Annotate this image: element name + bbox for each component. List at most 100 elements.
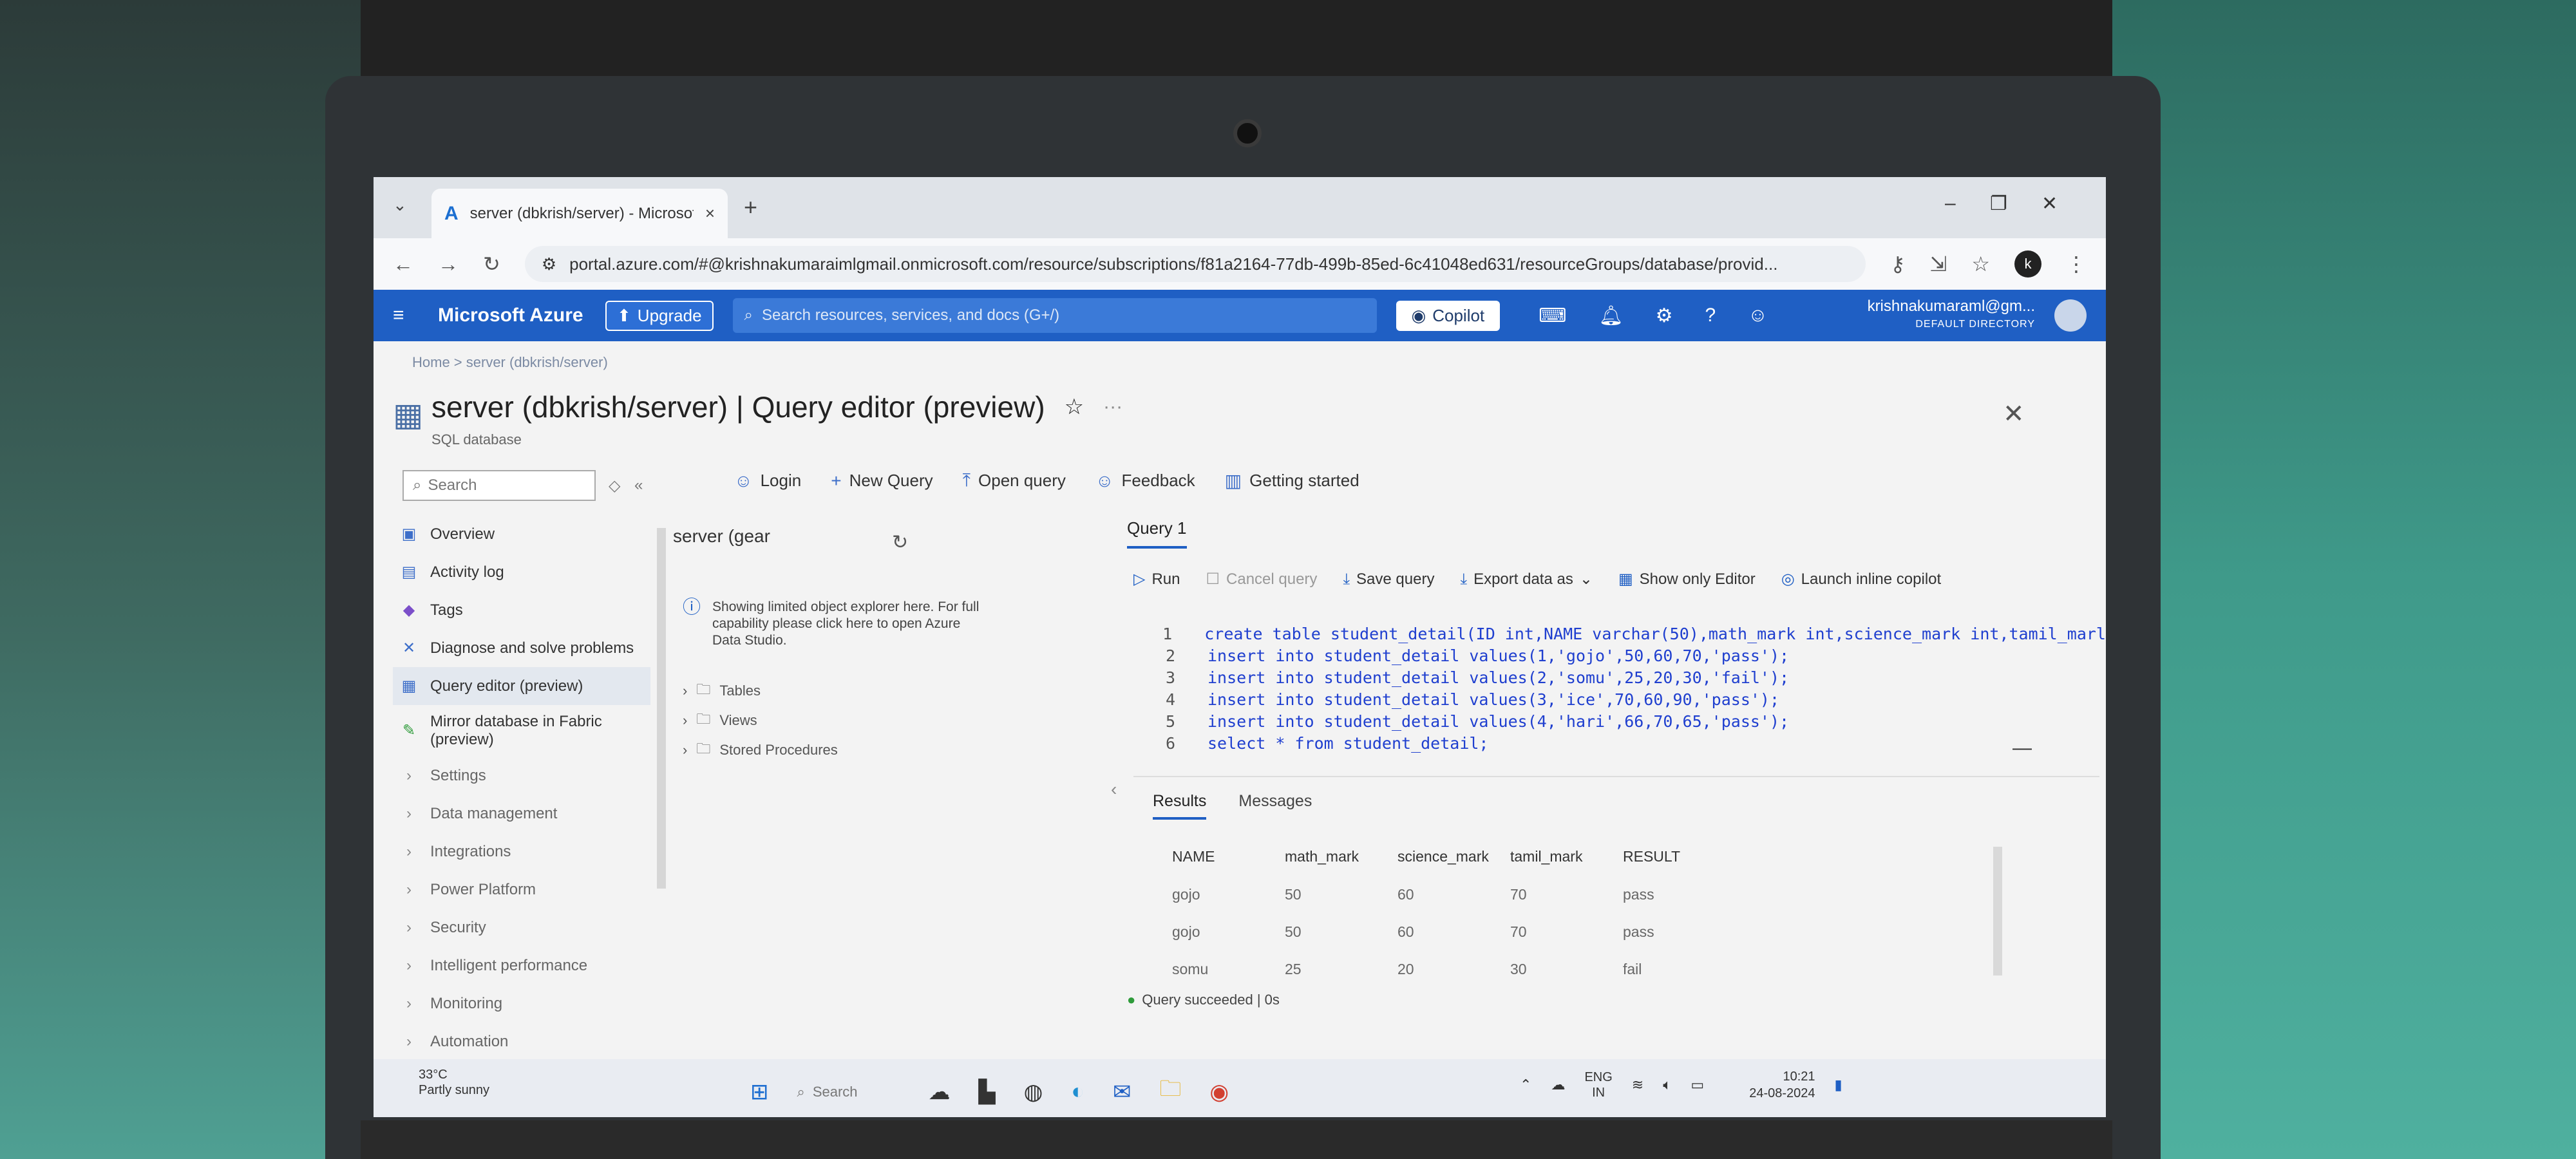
- new-tab-button[interactable]: +: [744, 194, 757, 221]
- site-info-icon[interactable]: ⚙: [542, 254, 556, 274]
- table-cell[interactable]: 20: [1397, 950, 1510, 988]
- windows-start-icon[interactable]: ⊞: [750, 1079, 769, 1105]
- column-header[interactable]: math_mark: [1285, 837, 1397, 876]
- favorite-star-icon[interactable]: ☆: [1065, 394, 1084, 420]
- sidebar-item-query-editor[interactable]: ▦ Query editor (preview): [393, 667, 650, 705]
- notification-icon[interactable]: ▮: [1835, 1077, 1842, 1093]
- profile-avatar[interactable]: k: [2014, 250, 2041, 278]
- close-blade-icon[interactable]: ✕: [2003, 399, 2025, 429]
- table-cell[interactable]: 70: [1510, 913, 1623, 950]
- restore-icon[interactable]: ❐: [1990, 193, 2007, 215]
- sidebar-group-integrations[interactable]: › Integrations: [393, 833, 650, 871]
- save-query-button[interactable]: ⤓ Save query: [1343, 570, 1434, 589]
- column-header[interactable]: RESULT: [1623, 837, 1736, 876]
- sidebar-group-settings[interactable]: › Settings: [393, 757, 650, 795]
- collapse-explorer-icon[interactable]: ‹: [1111, 779, 1117, 800]
- sidebar-group-automation[interactable]: › Automation: [393, 1022, 650, 1060]
- portal-menu-icon[interactable]: ≡: [393, 305, 419, 326]
- weather-widget[interactable]: 33°C Partly sunny: [419, 1067, 489, 1098]
- sidebar-item-mirror-fabric[interactable]: ✎ Mirror database in Fabric (preview): [393, 705, 650, 757]
- new-query-button[interactable]: + New Query: [831, 470, 933, 491]
- sidebar-collapse-icon[interactable]: «: [634, 476, 643, 495]
- settings-gear-icon[interactable]: ⚙: [1656, 305, 1673, 327]
- table-cell[interactable]: pass: [1623, 876, 1736, 913]
- minimize-pane-icon[interactable]: —: [2012, 737, 2032, 759]
- file-explorer-icon[interactable]: 🗀: [1159, 1073, 1181, 1110]
- sidebar-scrollbar[interactable]: [657, 528, 666, 889]
- azure-brand[interactable]: Microsoft Azure: [438, 305, 586, 326]
- password-key-icon[interactable]: ⚷: [1890, 252, 1905, 276]
- tab-messages[interactable]: Messages: [1238, 792, 1312, 820]
- table-cell[interactable]: 60: [1397, 876, 1510, 913]
- notifications-icon[interactable]: 🔔︎: [1598, 305, 1623, 327]
- show-hidden-icons-icon[interactable]: ⌃: [1520, 1077, 1531, 1093]
- refresh-icon[interactable]: ↻: [892, 531, 908, 554]
- cloud-shell-icon[interactable]: ⌨: [1539, 305, 1566, 327]
- tree-item-tables[interactable]: › 🗀 Tables: [683, 676, 838, 706]
- url-field[interactable]: ⚙ portal.azure.com/#@krishnakumaraimlgma…: [524, 246, 1866, 282]
- browser-menu-icon[interactable]: ⋮: [2066, 252, 2087, 276]
- chat-icon[interactable]: ◍: [1024, 1079, 1043, 1105]
- copilot-button[interactable]: ◉ Copilot: [1396, 300, 1501, 331]
- open-query-button[interactable]: ⤒ Open query: [963, 470, 1066, 491]
- help-icon[interactable]: ?: [1705, 305, 1716, 327]
- account-info[interactable]: krishnakumaraml@gm... DEFAULT DIRECTORY: [1868, 297, 2035, 334]
- results-scrollbar[interactable]: [1993, 847, 2002, 975]
- sidebar-expand-icon[interactable]: ◇: [609, 476, 620, 495]
- table-cell[interactable]: 70: [1510, 876, 1623, 913]
- sidebar-item-activity-log[interactable]: ▤ Activity log: [393, 553, 650, 591]
- show-only-editor-button[interactable]: ▦ Show only Editor: [1618, 570, 1756, 589]
- clock[interactable]: 10:21 24-08-2024: [1749, 1068, 1815, 1102]
- language-indicator[interactable]: ENG IN: [1584, 1069, 1612, 1100]
- login-button[interactable]: ☺ Login: [734, 470, 801, 491]
- wifi-icon[interactable]: ≋: [1632, 1077, 1643, 1093]
- feedback-button[interactable]: ☺ Feedback: [1095, 470, 1195, 491]
- upgrade-button[interactable]: ⬆ Upgrade: [605, 300, 714, 331]
- widgets-icon[interactable]: ☁: [929, 1079, 951, 1105]
- mail-icon[interactable]: ✉: [1113, 1079, 1132, 1105]
- sidebar-group-monitoring[interactable]: › Monitoring: [393, 985, 650, 1022]
- install-app-icon[interactable]: ⇲: [1930, 252, 1947, 276]
- table-cell[interactable]: 60: [1397, 913, 1510, 950]
- sidebar-group-intelligent-performance[interactable]: › Intelligent performance: [393, 947, 650, 985]
- volume-icon[interactable]: 🔈︎: [1663, 1077, 1671, 1093]
- battery-icon[interactable]: ▭: [1690, 1077, 1704, 1093]
- sidebar-group-power-platform[interactable]: › Power Platform: [393, 871, 650, 909]
- sidebar-group-data-management[interactable]: › Data management: [393, 795, 650, 833]
- forward-icon[interactable]: →: [438, 252, 459, 276]
- sql-editor[interactable]: 1 create table student_detail(ID int,NAME…: [1130, 625, 2106, 760]
- table-cell[interactable]: 50: [1285, 876, 1397, 913]
- table-cell[interactable]: gojo: [1172, 876, 1285, 913]
- tab-query-1[interactable]: Query 1: [1127, 518, 1187, 549]
- taskbar-search[interactable]: ⌕ Search: [797, 1084, 900, 1100]
- azure-search-input[interactable]: ⌕ Search resources, services, and docs (…: [732, 298, 1377, 333]
- feedback-person-icon[interactable]: ☺: [1748, 305, 1768, 327]
- table-cell[interactable]: somu: [1172, 950, 1285, 988]
- table-row[interactable]: somu 25 20 30 fail: [1172, 950, 1736, 988]
- explorer-info[interactable]: ⓘ Showing limited object explorer here. …: [683, 598, 985, 649]
- table-cell[interactable]: 30: [1510, 950, 1623, 988]
- table-cell[interactable]: 50: [1285, 913, 1397, 950]
- table-row[interactable]: gojo 50 60 70 pass: [1172, 913, 1736, 950]
- sidebar-item-overview[interactable]: ▣ Overview: [393, 515, 650, 553]
- table-row[interactable]: gojo 50 60 70 pass: [1172, 876, 1736, 913]
- tab-results[interactable]: Results: [1153, 792, 1207, 820]
- account-avatar[interactable]: [2054, 299, 2087, 332]
- close-window-icon[interactable]: ✕: [2041, 193, 2058, 215]
- launch-inline-copilot-button[interactable]: ◎ Launch inline copilot: [1781, 570, 1941, 589]
- getting-started-button[interactable]: ▥ Getting started: [1225, 470, 1359, 491]
- pane-divider[interactable]: [1133, 776, 2099, 777]
- sidebar-group-security[interactable]: › Security: [393, 909, 650, 947]
- column-header[interactable]: science_mark: [1397, 837, 1510, 876]
- tab-list-icon[interactable]: ⌄: [393, 195, 407, 215]
- back-icon[interactable]: ←: [393, 252, 413, 276]
- edge-icon[interactable]: ◐: [1071, 1079, 1084, 1104]
- tab-close-icon[interactable]: ×: [705, 203, 715, 223]
- breadcrumb[interactable]: Home > server (dbkrish/server): [412, 354, 608, 371]
- sidebar-item-tags[interactable]: ◆ Tags: [393, 591, 650, 629]
- table-cell[interactable]: gojo: [1172, 913, 1285, 950]
- chrome-icon[interactable]: ◉: [1209, 1079, 1229, 1105]
- table-cell[interactable]: fail: [1623, 950, 1736, 988]
- reload-icon[interactable]: ↻: [483, 252, 500, 276]
- table-cell[interactable]: 25: [1285, 950, 1397, 988]
